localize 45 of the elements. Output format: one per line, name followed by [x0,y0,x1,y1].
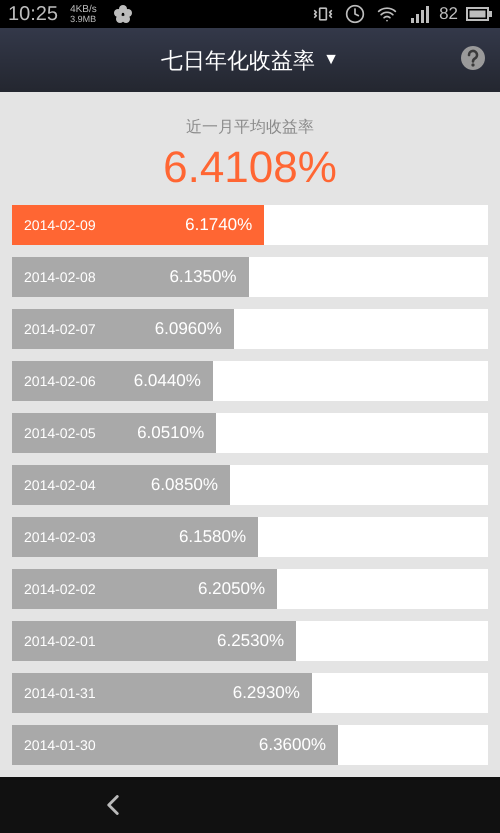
average-rate: 6.4108% [163,142,337,194]
rate-bar-track[interactable]: 2014-02-03 6.1580% [12,517,488,557]
row-date: 2014-02-01 [24,632,96,650]
row-rate: 6.0440% [134,370,201,392]
battery-icon [466,7,492,21]
row-rate: 6.1740% [185,214,252,236]
battery-level: 82 [439,3,458,26]
rate-bar-track[interactable]: 2014-01-31 6.2930% [12,673,488,713]
rate-bar-track[interactable]: 2014-02-02 6.2050% [12,569,488,609]
net-total: 3.9MB [70,14,97,24]
row-rate: 6.2530% [217,630,284,652]
row-date: 2014-02-02 [24,580,96,598]
row-rate: 6.1580% [178,526,246,548]
row-date: 2014-02-06 [24,372,96,390]
row-date: 2014-01-31 [24,684,96,702]
rate-bar-track[interactable]: 2014-02-05 6.0510% [12,413,488,453]
row-rate: 6.1350% [169,266,237,288]
title-dropdown[interactable]: 七日年化收益率 ▼ [161,44,339,76]
status-time: 10:25 [8,2,58,27]
row-date: 2014-01-30 [24,736,96,754]
net-speed: 4KB/s [70,4,97,14]
row-rate: 6.2050% [198,578,266,600]
rate-bar-track[interactable]: 2014-02-09 6.1740% [12,205,488,245]
rate-bar-track[interactable]: 2014-02-01 6.2530% [12,621,488,661]
flower-icon [112,4,133,24]
average-label: 近一月平均收益率 [186,118,314,138]
signal-icon [409,5,432,23]
row-rate: 6.0850% [150,474,218,496]
row-rate: 6.2930% [232,682,300,704]
rate-bar-track[interactable]: 2014-02-08 6.1350% [12,257,488,297]
rate-bar-track[interactable]: 2014-02-06 6.0440% [12,361,488,401]
help-icon[interactable] [460,45,486,71]
row-date: 2014-02-07 [24,320,96,338]
row-date: 2014-02-05 [24,424,96,442]
row-date: 2014-02-04 [24,476,96,494]
rate-bar-track[interactable]: 2014-01-30 6.3600% [12,725,488,765]
row-rate: 6.0960% [154,318,222,340]
row-rate: 6.0510% [137,422,204,444]
row-rate: 6.3600% [258,734,326,756]
row-date: 2014-02-03 [24,528,96,546]
rate-bar-track[interactable]: 2014-02-04 6.0850% [12,465,488,505]
alarm-icon [345,4,366,24]
row-date: 2014-02-08 [24,268,96,286]
row-date: 2014-02-09 [24,216,96,234]
rate-bar-track[interactable]: 2014-02-07 6.0960% [12,309,488,349]
